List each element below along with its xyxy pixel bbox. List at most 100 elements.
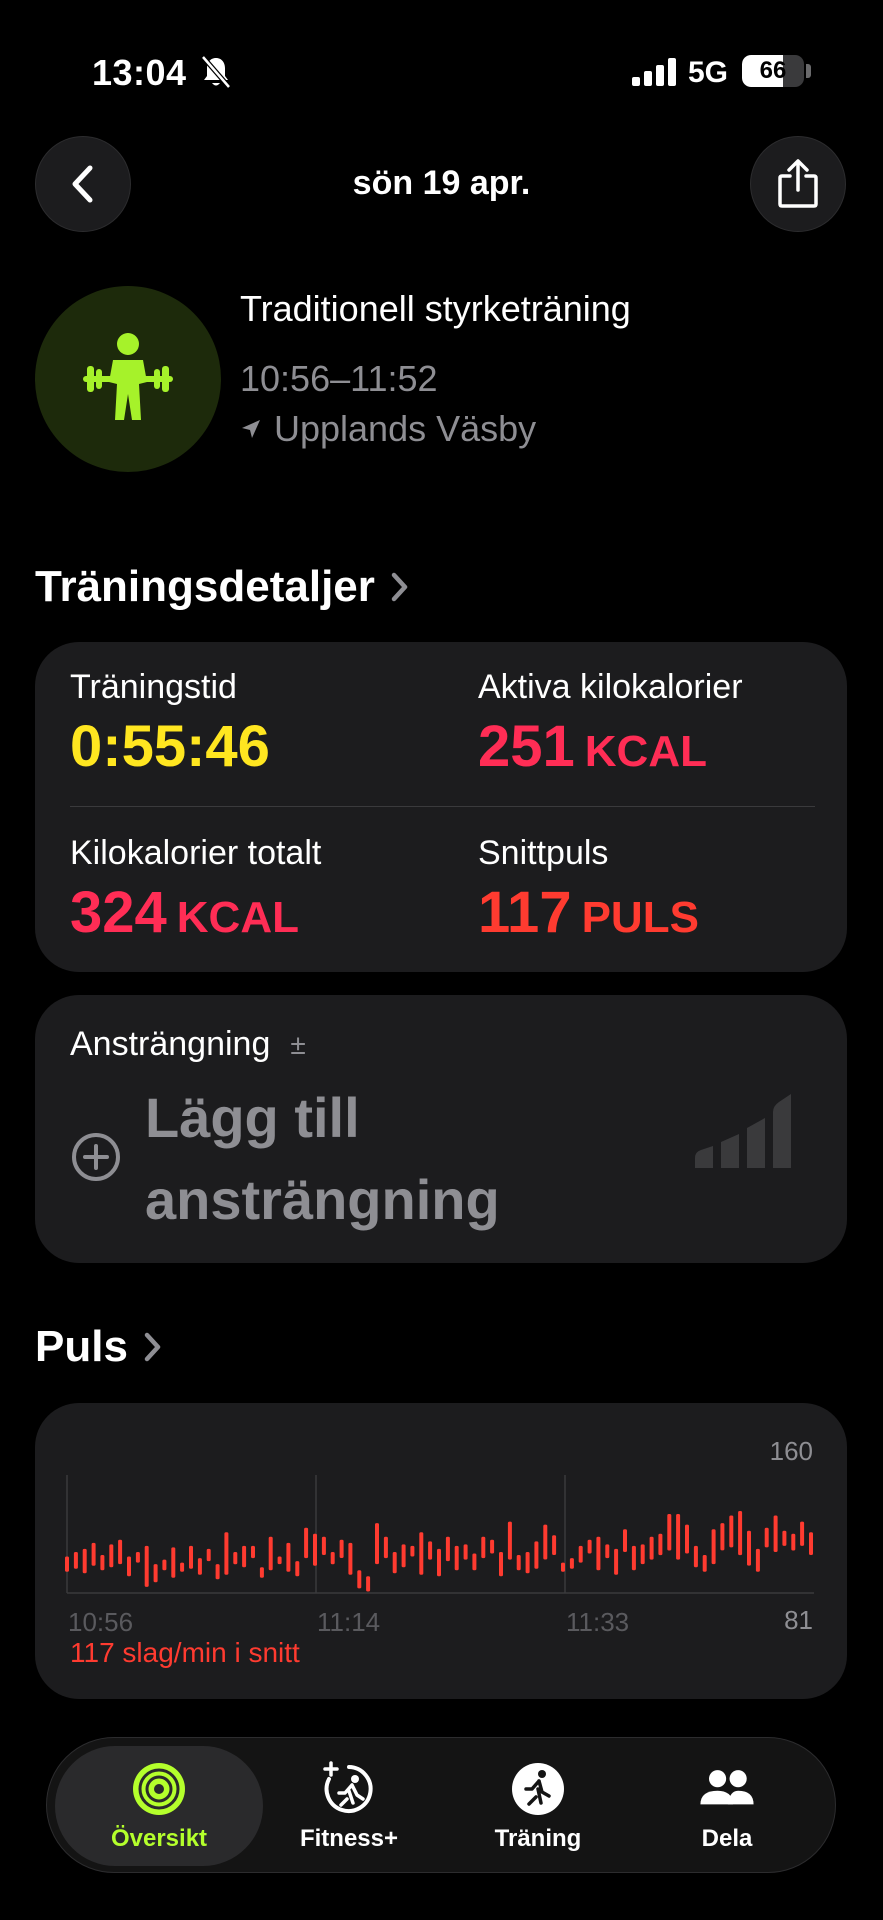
x-tick-label: 11:33	[566, 1607, 629, 1637]
metric-unit: KCAL	[176, 893, 299, 942]
add-effort-button[interactable]: Lägg till ansträngning	[145, 1077, 665, 1241]
tab-overview[interactable]: Översikt	[55, 1746, 263, 1866]
heart-rate-bar	[764, 1527, 769, 1548]
metric-unit: PULS	[581, 893, 699, 942]
heart-rate-bar	[366, 1576, 371, 1592]
heart-rate-bar	[782, 1530, 787, 1546]
heart-rate-bar	[286, 1542, 291, 1572]
heart-rate-bar	[454, 1545, 459, 1571]
heart-rate-bar	[295, 1561, 300, 1577]
cellular-signal-icon	[632, 58, 676, 86]
location-arrow-icon	[242, 420, 260, 438]
tab-label: Träning	[494, 1825, 582, 1852]
heart-rate-bar	[463, 1544, 468, 1560]
heart-rate-bar	[251, 1545, 255, 1559]
heart-rate-bar	[82, 1548, 87, 1574]
pulse-header-label: Puls	[35, 1322, 128, 1371]
heart-rate-bar	[348, 1542, 353, 1575]
workout-details-card[interactable]: Träningstid 0:55:46 Aktiva kilokalorier …	[35, 642, 847, 972]
heart-rate-bar	[339, 1539, 344, 1558]
heart-rate-bar	[73, 1552, 78, 1569]
heart-rate-bar	[667, 1514, 672, 1551]
effort-label: Ansträngning ±	[70, 1025, 306, 1063]
heart-rate-bar	[685, 1524, 689, 1554]
heart-rate-bar	[144, 1545, 149, 1587]
heart-rate-bar	[401, 1544, 406, 1568]
heart-rate-bar	[809, 1532, 813, 1555]
heart-rate-bar	[578, 1545, 583, 1563]
battery-cap	[806, 64, 811, 78]
tab-label: Dela	[701, 1825, 753, 1852]
location-name: Upplands Väsby	[274, 408, 537, 449]
heart-rate-bar	[65, 1556, 69, 1572]
tab-bar: Översikt Fitness+ Träning Dela	[46, 1737, 836, 1873]
heart-rate-card[interactable]: 160 81 10:56 11:14 11:33 117 slag/min i …	[35, 1403, 847, 1699]
workout-name: Traditionell styrketräning	[240, 288, 631, 329]
effort-card[interactable]: Ansträngning ± Lägg till ansträngning	[35, 995, 847, 1263]
heart-rate-bar	[499, 1552, 503, 1577]
metric-unit: KCAL	[584, 727, 707, 776]
heart-rate-bar	[614, 1548, 619, 1575]
activity-rings-icon	[133, 1763, 185, 1815]
share-button[interactable]	[750, 136, 846, 232]
heart-rate-bar	[118, 1539, 123, 1565]
heart-rate-bar	[561, 1562, 565, 1572]
pulse-header[interactable]: Puls	[35, 1322, 164, 1372]
heart-rate-bar	[410, 1545, 415, 1557]
metric-active-kcal: Aktiva kilokalorier 251 KCAL	[478, 668, 743, 780]
status-bar: 13:04 5G 66	[0, 0, 883, 150]
heart-rate-bar	[321, 1536, 326, 1555]
tab-label: Översikt	[110, 1825, 208, 1852]
heart-rate-bar	[791, 1533, 796, 1551]
metric-value: 0:55:46	[70, 714, 270, 779]
heart-rate-bar	[693, 1545, 698, 1568]
status-time: 13:04	[92, 52, 187, 93]
heart-rate-bar	[587, 1539, 592, 1554]
details-header[interactable]: Träningsdetaljer	[35, 562, 411, 612]
heart-rate-bar	[375, 1523, 379, 1565]
metric-value: 324 KCAL	[70, 880, 299, 945]
heart-rate-bar	[720, 1523, 725, 1551]
heart-rate-bar	[596, 1536, 601, 1571]
tab-fitness-plus[interactable]: Fitness+	[245, 1746, 453, 1866]
heart-rate-bar	[313, 1533, 317, 1566]
workout-location: Upplands Väsby	[240, 408, 536, 450]
heart-rate-bar	[631, 1545, 636, 1571]
people-icon	[700, 1770, 754, 1805]
share-icon	[778, 159, 818, 208]
heart-rate-bar	[383, 1536, 388, 1559]
heart-rate-bar	[330, 1552, 335, 1565]
heart-rate-bar	[649, 1536, 654, 1560]
heart-rate-bar	[109, 1544, 114, 1568]
heart-rate-bar	[543, 1524, 548, 1560]
strength-training-icon	[35, 286, 221, 472]
heart-rate-bar	[428, 1541, 433, 1560]
heart-rate-bar	[392, 1552, 397, 1574]
heart-rate-bar	[738, 1511, 743, 1556]
metric-label: Aktiva kilokalorier	[478, 668, 743, 706]
battery-level: 66	[759, 57, 787, 84]
bell-off-icon	[201, 55, 231, 89]
fitness-plus-icon	[323, 1761, 373, 1813]
heart-rate-bar	[91, 1542, 96, 1566]
tab-workouts[interactable]: Träning	[434, 1746, 642, 1866]
plus-minus-icon: ±	[290, 1028, 306, 1060]
heart-rate-bar	[445, 1536, 450, 1562]
heart-rate-bar	[127, 1556, 131, 1577]
tab-sharing[interactable]: Dela	[623, 1746, 831, 1866]
heart-rate-bar	[490, 1539, 495, 1554]
heart-rate-bar	[569, 1558, 574, 1569]
add-circle-icon[interactable]	[70, 1131, 122, 1183]
chevron-right-icon	[391, 572, 408, 602]
y-min-label: 81	[784, 1605, 813, 1635]
runner-icon	[512, 1763, 564, 1815]
battery-icon: 66	[742, 55, 804, 87]
heart-rate-bar	[171, 1547, 176, 1578]
metric-label: Snittpuls	[478, 834, 609, 872]
metric-total-kcal: Kilokalorier totalt 324 KCAL	[70, 834, 321, 946]
heart-rate-bar	[242, 1545, 247, 1568]
network-type: 5G	[688, 56, 729, 89]
heart-rate-bar	[277, 1556, 282, 1565]
x-tick-label: 11:14	[317, 1607, 380, 1637]
details-header-label: Träningsdetaljer	[35, 562, 375, 611]
